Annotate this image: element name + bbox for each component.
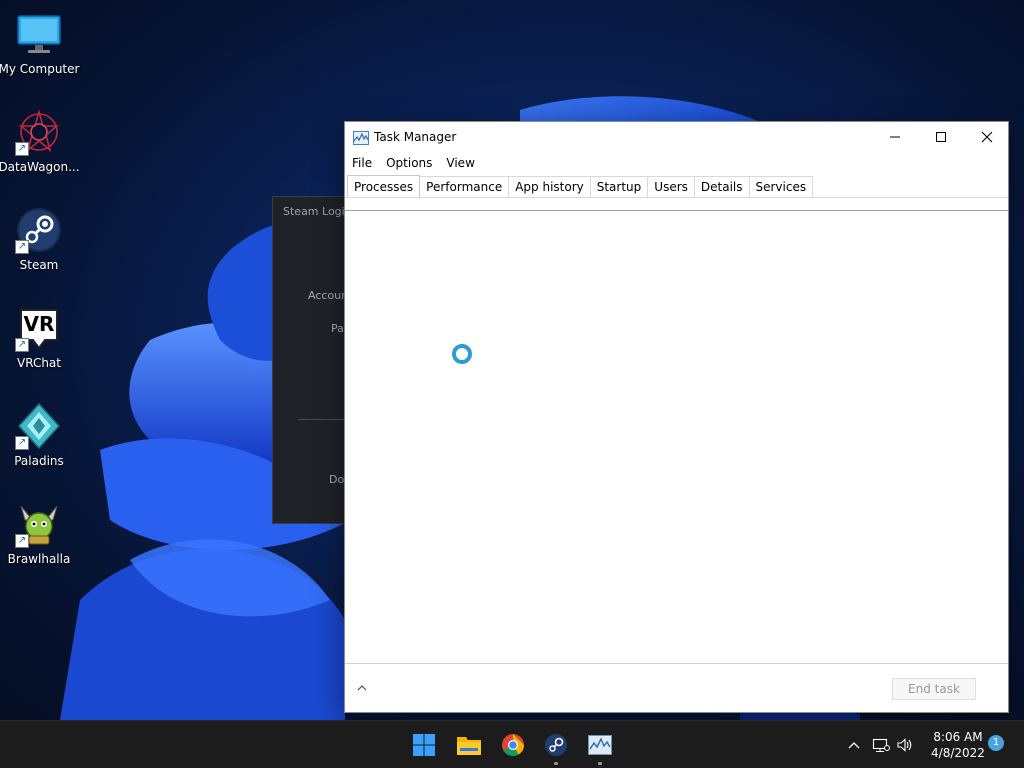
maximize-button[interactable]	[918, 122, 964, 152]
menu-bar: File Options View	[345, 153, 482, 173]
minimize-icon	[890, 136, 900, 138]
tab-performance[interactable]: Performance	[419, 176, 510, 197]
desktop-icon-label: My Computer	[0, 62, 80, 76]
running-indicator	[554, 762, 558, 765]
minimize-button[interactable]	[872, 122, 918, 152]
notification-badge[interactable]: 1	[988, 735, 1004, 751]
tab-app-history[interactable]: App history	[508, 176, 591, 197]
menu-view[interactable]: View	[439, 153, 481, 173]
clock-time: 8:06 AM	[933, 730, 983, 744]
tab-processes[interactable]: Processes	[347, 175, 421, 197]
shortcut-arrow-icon: ↗	[15, 142, 29, 156]
footer-bar: End task	[345, 663, 1008, 713]
taskbar-steam[interactable]	[540, 729, 572, 765]
file-explorer-icon	[457, 737, 481, 755]
task-manager-window[interactable]: Task Manager File Options View Processes…	[344, 121, 1009, 713]
taskbar-chrome[interactable]	[497, 729, 529, 761]
chrome-icon	[502, 734, 524, 756]
desktop-icon-datawagon[interactable]: ↗ DataWagon...	[0, 102, 80, 192]
vrchat-icon: VR ↗	[15, 304, 63, 352]
tab-details[interactable]: Details	[693, 176, 750, 197]
network-icon[interactable]	[872, 737, 890, 753]
processes-panel[interactable]	[345, 211, 1008, 663]
taskbar-task-manager[interactable]	[584, 729, 616, 765]
steam-icon: ↗	[15, 206, 63, 254]
tab-users[interactable]: Users	[647, 176, 695, 197]
brawlhalla-icon: ↗	[15, 500, 63, 548]
monitor-icon	[15, 10, 63, 58]
fewer-details-button[interactable]	[355, 680, 369, 694]
task-manager-icon	[353, 130, 369, 145]
running-indicator	[598, 762, 602, 765]
shortcut-arrow-icon: ↗	[15, 338, 29, 352]
tab-services[interactable]: Services	[748, 176, 814, 197]
taskbar: 8:06 AM 4/8/2022	[0, 720, 1024, 768]
task-manager-icon	[588, 735, 612, 755]
menu-file[interactable]: File	[345, 153, 379, 173]
title-bar[interactable]: Task Manager	[345, 122, 1008, 152]
desktop-icon-paladins[interactable]: ↗ Paladins	[2, 396, 76, 486]
dont-have-account-label: Do	[329, 473, 345, 486]
close-icon	[981, 131, 993, 143]
taskbar-file-explorer[interactable]	[453, 729, 485, 761]
datawagon-icon: ↗	[15, 108, 63, 156]
desktop-icon-label: Steam	[19, 258, 59, 272]
clock-date: 4/8/2022	[931, 746, 985, 760]
end-task-button[interactable]: End task	[892, 678, 976, 700]
tab-startup[interactable]: Startup	[589, 176, 649, 197]
tab-strip: Processes Performance App history Startu…	[345, 175, 1008, 198]
desktop-icon-my-computer[interactable]: My Computer	[0, 4, 80, 94]
shortcut-arrow-icon: ↗	[15, 534, 29, 548]
password-label: Pa	[331, 322, 344, 335]
account-label: Accoun	[308, 289, 349, 302]
chevron-up-icon	[357, 685, 367, 691]
volume-icon[interactable]	[896, 737, 914, 753]
desktop-icon-steam[interactable]: ↗ Steam	[2, 200, 76, 290]
desktop-icon-label: Paladins	[14, 454, 64, 468]
loading-spinner-icon	[452, 344, 472, 364]
desktop-icon-brawlhalla[interactable]: ↗ Brawlhalla	[2, 494, 76, 584]
menu-options[interactable]: Options	[379, 153, 439, 173]
desktop-icon-label: VRChat	[17, 356, 61, 370]
system-tray	[846, 721, 914, 768]
desktop-icon-label: Brawlhalla	[7, 552, 71, 566]
window-title: Task Manager	[374, 130, 457, 144]
paladins-icon: ↗	[15, 402, 63, 450]
shortcut-arrow-icon: ↗	[15, 240, 29, 254]
close-button[interactable]	[964, 122, 1010, 152]
steam-login-title: Steam Login	[283, 205, 352, 218]
steam-icon	[545, 734, 567, 756]
clock[interactable]: 8:06 AM 4/8/2022	[926, 729, 990, 761]
vrchat-logo-text: VR	[23, 312, 55, 336]
desktop-icon-vrchat[interactable]: VR ↗ VRChat	[2, 298, 76, 388]
desktop-icon-label: DataWagon...	[0, 160, 80, 174]
shortcut-arrow-icon: ↗	[15, 436, 29, 450]
windows-start-icon	[413, 734, 435, 756]
start-button[interactable]	[408, 729, 440, 761]
maximize-icon	[936, 132, 946, 142]
chevron-up-icon[interactable]	[846, 737, 862, 753]
